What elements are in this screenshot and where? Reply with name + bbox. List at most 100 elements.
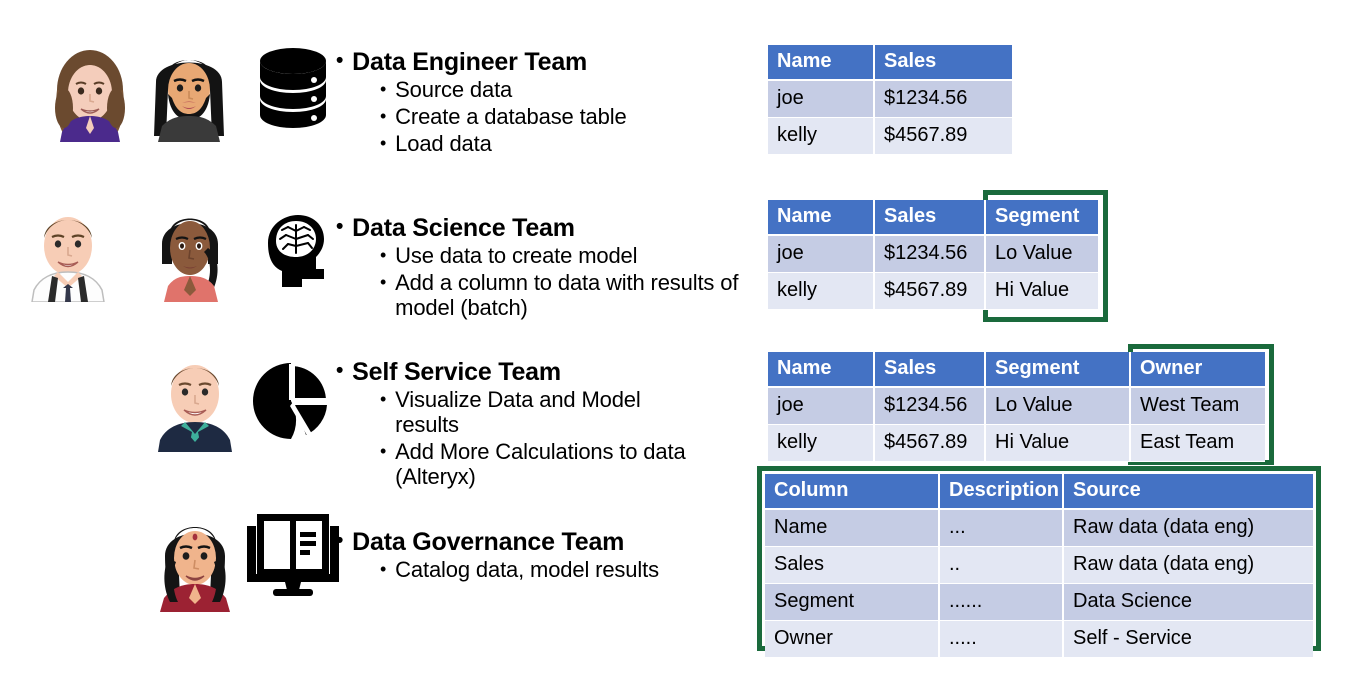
avatar-man-blazer: [158, 365, 232, 452]
table-with-owner: Name Sales Segment Owner joe $1234.56 Lo…: [768, 352, 1265, 462]
bullet-text: Visualize Data and Model results: [395, 387, 641, 437]
bullet-text: Load data: [395, 130, 492, 156]
table-with-segment: Name Sales Segment joe $1234.56 Lo Value…: [768, 200, 1098, 310]
team-block-data-governance: • Data Governance Team • Catalog data, m…: [336, 528, 659, 583]
list-item: • Add a column to data with results of m…: [380, 269, 795, 321]
cell: .....: [939, 620, 1064, 658]
cell: Sales: [765, 546, 940, 584]
cell: Owner: [765, 620, 940, 658]
bullet-text: Create a database table: [395, 103, 627, 129]
avatar-group-data-science: [22, 198, 236, 302]
team-heading-data-engineer: • Data Engineer Team: [336, 48, 627, 76]
column-header[interactable]: Column: [765, 474, 940, 510]
bullet-glyph: •: [380, 271, 387, 292]
team-block-self-service: • Self Service Team • Visualize Data and…: [336, 358, 765, 489]
database-icon: [258, 47, 328, 138]
cell: kelly: [768, 424, 875, 462]
cell: joe: [768, 80, 875, 118]
cell: $1234.56: [874, 80, 1012, 118]
avatar-woman-ponytail: [162, 218, 218, 302]
cell: Segment: [765, 583, 940, 621]
cell: Self - Service: [1063, 620, 1313, 658]
table-row: joe $1234.56: [768, 80, 1012, 118]
avatar-group-self-service: [152, 348, 238, 452]
table-header-row: Column Description Source: [765, 474, 1313, 510]
table-row: Name ... Raw data (data eng): [765, 509, 1313, 547]
column-header[interactable]: Description: [939, 474, 1064, 510]
column-header-segment[interactable]: Segment: [985, 200, 1098, 236]
cell: ..: [939, 546, 1064, 584]
cell: joe: [768, 387, 875, 425]
bullet-glyph: •: [336, 529, 344, 552]
avatar-group-data-governance: [152, 508, 238, 612]
table-row: kelly $4567.89 Hi Value East Team: [768, 424, 1265, 462]
team-heading-text: Data Governance Team: [352, 528, 625, 556]
table-row: Owner ..... Self - Service: [765, 620, 1313, 658]
cell: Raw data (data eng): [1063, 546, 1313, 584]
column-header[interactable]: Source: [1063, 474, 1313, 510]
cell: Name: [765, 509, 940, 547]
column-header[interactable]: Name: [768, 352, 875, 388]
table-row: joe $1234.56 Lo Value West Team: [768, 387, 1265, 425]
cell: Data Science: [1063, 583, 1313, 621]
table-header-row: Name Sales Segment: [768, 200, 1098, 236]
team-heading-text: Data Science Team: [352, 214, 575, 242]
bullet-glyph: •: [336, 215, 344, 238]
column-header[interactable]: Name: [768, 200, 875, 236]
column-header-owner[interactable]: Owner: [1130, 352, 1265, 388]
cell: Raw data (data eng): [1063, 509, 1313, 547]
list-item: • Visualize Data and Model results: [380, 387, 765, 438]
bullet-glyph: •: [380, 132, 387, 153]
cell: $4567.89: [874, 424, 986, 462]
table-row: Sales .. Raw data (data eng): [765, 546, 1313, 584]
bullet-glyph: •: [336, 359, 344, 382]
bullet-text: Add a column to data with results of mod…: [395, 269, 739, 320]
table-raw: Name Sales joe $1234.56 kelly $4567.89: [768, 45, 1012, 155]
team-heading-text: Self Service Team: [352, 358, 561, 386]
bullet-glyph: •: [336, 49, 344, 72]
list-item: • Create a database table: [380, 103, 627, 130]
bullet-glyph: •: [380, 440, 387, 461]
table-row: kelly $4567.89: [768, 117, 1012, 155]
slide-canvas: • Data Engineer Team • Source data • Cre…: [0, 0, 1361, 679]
column-header[interactable]: Sales: [874, 352, 986, 388]
list-item: • Source data: [380, 77, 627, 103]
avatar-woman-dark-hair-red-top: [160, 527, 230, 612]
avatar-man-suspenders-tie: [31, 217, 105, 302]
column-header[interactable]: Name: [768, 45, 875, 81]
column-header[interactable]: Sales: [874, 200, 986, 236]
column-header[interactable]: Sales: [874, 45, 1012, 81]
table-header-row: Name Sales: [768, 45, 1012, 81]
team-heading-self-service: • Self Service Team: [336, 358, 765, 386]
column-header[interactable]: Segment: [985, 352, 1131, 388]
avatar-man-long-hair-beard: [154, 60, 224, 142]
table-row: kelly $4567.89 Hi Value: [768, 272, 1098, 310]
cell-owner: West Team: [1130, 387, 1265, 425]
bullet-glyph: •: [380, 245, 387, 265]
brain-head-icon: [258, 213, 336, 292]
bullet-text: Use data to create model: [395, 243, 638, 268]
team-block-data-engineer: • Data Engineer Team • Source data • Cre…: [336, 48, 627, 157]
avatar-group-data-engineer: [46, 38, 234, 142]
team-heading-text: Data Engineer Team: [352, 48, 588, 76]
table-row: Segment ...... Data Science: [765, 583, 1313, 621]
bullet-glyph: •: [380, 79, 387, 99]
cell: Hi Value: [985, 424, 1131, 462]
bullet-glyph: •: [380, 559, 387, 579]
cell-segment: Lo Value: [985, 235, 1098, 273]
table-catalog: Column Description Source Name ... Raw d…: [765, 474, 1313, 658]
pie-chart-icon: [252, 362, 330, 445]
list-item: • Use data to create model: [380, 243, 795, 269]
cell: $1234.56: [874, 387, 986, 425]
cell: $4567.89: [874, 117, 1012, 155]
team-heading-data-science: • Data Science Team: [336, 214, 795, 242]
cell: ...: [939, 509, 1064, 547]
bullet-text: Source data: [395, 77, 513, 102]
catalog-book-monitor-icon: [247, 512, 339, 603]
bullet-text: Add More Calculations to data (Alteryx): [395, 438, 686, 489]
table-header-row: Name Sales Segment Owner: [768, 352, 1265, 388]
cell: $4567.89: [874, 272, 986, 310]
cell: ......: [939, 583, 1064, 621]
cell-owner: East Team: [1130, 424, 1265, 462]
list-item: • Add More Calculations to data (Alteryx…: [380, 438, 765, 490]
